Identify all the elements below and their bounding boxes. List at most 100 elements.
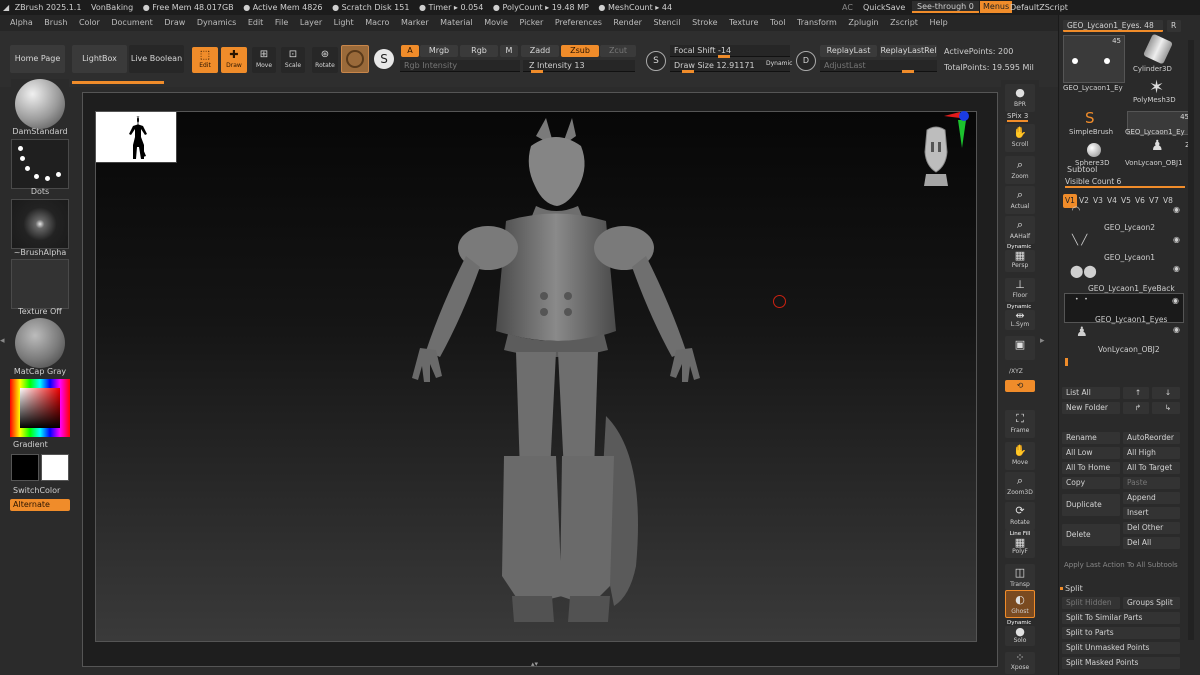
move-view-button[interactable]: ✋ Move (1005, 442, 1035, 470)
draw-button[interactable]: ✚ Draw (221, 47, 247, 73)
subtool-eye-icon[interactable]: ◉ (1173, 235, 1180, 244)
brush-thumbnail[interactable] (11, 79, 69, 129)
split-hidden-button[interactable]: Split Hidden (1062, 597, 1120, 609)
frame-button[interactable]: ⛶ Frame (1005, 410, 1035, 438)
lsym-button[interactable]: ⇹ L.Sym (1005, 310, 1035, 330)
move-to-folder-button[interactable]: ↱ (1123, 402, 1149, 414)
menu-material[interactable]: Material (440, 15, 473, 31)
material-swatch-button[interactable] (341, 45, 369, 73)
menu-color[interactable]: Color (79, 15, 100, 31)
spix-slider[interactable]: SPix 3 (1007, 112, 1029, 122)
scroll-button[interactable]: ✋ Scroll (1005, 124, 1035, 152)
transp-button[interactable]: ◫ Transp (1005, 564, 1035, 592)
menus-button[interactable]: Menus (980, 1, 1013, 13)
adjust-last-slider[interactable]: AdjustLast (820, 60, 937, 73)
rgb-toggle[interactable]: Rgb (460, 45, 498, 57)
zcut-toggle[interactable]: Zcut (600, 45, 636, 57)
live-boolean-button[interactable]: Live Boolean (129, 45, 184, 73)
ac-button[interactable]: AC (842, 0, 853, 15)
append-button[interactable]: Append (1123, 492, 1180, 504)
see-through-slider[interactable]: See-through 0 (912, 1, 979, 13)
character-model[interactable] (396, 116, 716, 636)
default-zscript-button[interactable]: DefaultZScript (1010, 0, 1068, 15)
menu-zscript[interactable]: Zscript (890, 15, 918, 31)
menu-edit[interactable]: Edit (248, 15, 264, 31)
actual-button[interactable]: ⌕ Actual (1005, 186, 1035, 214)
figure-icon[interactable]: ♟ (1151, 139, 1164, 153)
split-similar-parts-button[interactable]: Split To Similar Parts (1062, 612, 1180, 624)
color-picker[interactable] (10, 379, 70, 437)
duplicate-button[interactable]: Duplicate (1062, 494, 1120, 516)
replay-last-rel-button[interactable]: ReplayLastRel (880, 45, 937, 57)
alternate-button[interactable]: Alternate (10, 499, 70, 511)
palette-scrollbar[interactable] (1188, 40, 1194, 640)
all-to-home-button[interactable]: All To Home (1062, 462, 1120, 474)
gradient-label[interactable]: Gradient (13, 440, 48, 449)
groups-split-button[interactable]: Groups Split (1123, 597, 1180, 609)
scale-button[interactable]: ⊡ Scale (281, 47, 305, 73)
stroke-button[interactable]: S (374, 49, 394, 69)
polymesh-star-icon[interactable]: ✶ (1149, 79, 1164, 97)
lock-button[interactable]: ▣ (1005, 336, 1035, 360)
menu-file[interactable]: File (275, 15, 288, 31)
replay-last-button[interactable]: ReplayLast (820, 45, 877, 57)
persp-button[interactable]: ▦ Persp (1005, 250, 1035, 272)
split-masked-points-button[interactable]: Split Masked Points (1062, 657, 1180, 669)
subtool-scrollbar[interactable] (1065, 358, 1068, 366)
rename-button[interactable]: Rename (1062, 432, 1120, 444)
bpr-button[interactable]: ● BPR (1005, 84, 1035, 112)
all-high-button[interactable]: All High (1123, 447, 1180, 459)
menu-help[interactable]: Help (930, 15, 948, 31)
bottom-tray-arrows-icon[interactable]: ▴▾ (531, 660, 538, 668)
menu-document[interactable]: Document (111, 15, 152, 31)
current-tool-slider[interactable]: GEO_Lycaon1_Eyes. 48 (1063, 20, 1163, 32)
zoom-button[interactable]: ⌕ Zoom (1005, 156, 1035, 184)
menu-texture[interactable]: Texture (729, 15, 758, 31)
a-toggle[interactable]: A (401, 45, 419, 57)
switchcolor-button[interactable]: SwitchColor (13, 486, 60, 495)
apply-last-action-button[interactable]: Apply Last Action To All Subtools (1064, 561, 1178, 569)
document-viewport[interactable]: ▴▾ (82, 92, 998, 668)
visible-count-slider[interactable]: Visible Count 6 (1065, 177, 1185, 188)
dynamic-label[interactable]: Dynamic (766, 60, 792, 67)
texture-thumbnail[interactable] (11, 259, 69, 309)
stroke-thumbnail[interactable] (11, 139, 69, 189)
subtool-eye-icon[interactable]: ◉ (1173, 205, 1180, 214)
navigator-thumbnail[interactable] (96, 112, 177, 163)
menu-alpha[interactable]: Alpha (10, 15, 33, 31)
floor-button[interactable]: ⊥ Floor (1005, 278, 1035, 302)
solo-button[interactable]: ● Solo (1005, 626, 1035, 646)
subtool-row[interactable]: ⬤⬤ ◉ GEO_Lycaon1_EyeBack (1064, 262, 1184, 293)
rotate-view-button[interactable]: ⟳ Rotate (1005, 502, 1035, 530)
move-down-button[interactable]: ↓ (1152, 387, 1180, 399)
edit-button[interactable]: ⬚ Edit (192, 47, 218, 73)
zadd-toggle[interactable]: Zadd (521, 45, 559, 57)
subtool-row[interactable]: ♟ ◉ VonLycaon_OBJ2 (1064, 323, 1184, 354)
move-button[interactable]: ⊞ Move (252, 47, 276, 73)
color-picker-square[interactable] (20, 388, 60, 428)
home-page-button[interactable]: Home Page (10, 45, 65, 73)
mrgb-toggle[interactable]: Mrgb (420, 45, 458, 57)
zsub-toggle[interactable]: Zsub (561, 45, 599, 57)
subtool-row[interactable]: ◜◝ ◉ GEO_Lycaon2 (1064, 203, 1184, 232)
menu-brush[interactable]: Brush (44, 15, 67, 31)
menu-light[interactable]: Light (334, 15, 354, 31)
rgb-intensity-slider[interactable]: Rgb Intensity (400, 60, 520, 72)
axis-gizmo-icon[interactable] (942, 110, 978, 150)
r-button[interactable]: R (1167, 20, 1181, 32)
subtool-row[interactable]: ╲ ╱ ◉ GEO_Lycaon1 (1064, 233, 1184, 262)
focal-shift-slider[interactable]: Focal Shift -14 (670, 45, 790, 58)
lightbox-button[interactable]: LightBox (72, 45, 127, 73)
move-out-folder-button[interactable]: ↳ (1152, 402, 1180, 414)
rotate-button[interactable]: ⊛ Rotate (312, 47, 338, 73)
alpha-thumbnail[interactable] (11, 199, 69, 249)
move-up-button[interactable]: ↑ (1123, 387, 1149, 399)
secondary-color-swatch[interactable] (11, 454, 39, 481)
menu-zplugin[interactable]: Zplugin (848, 15, 878, 31)
right-tray-arrow-icon[interactable]: ▸ (1040, 336, 1045, 346)
menu-macro[interactable]: Macro (365, 15, 389, 31)
m-toggle[interactable]: M (500, 45, 518, 57)
polyf-button[interactable]: Line Fill ▦ PolyF (1005, 530, 1035, 558)
d-button[interactable]: D (796, 51, 816, 71)
new-folder-button[interactable]: New Folder (1062, 402, 1120, 414)
